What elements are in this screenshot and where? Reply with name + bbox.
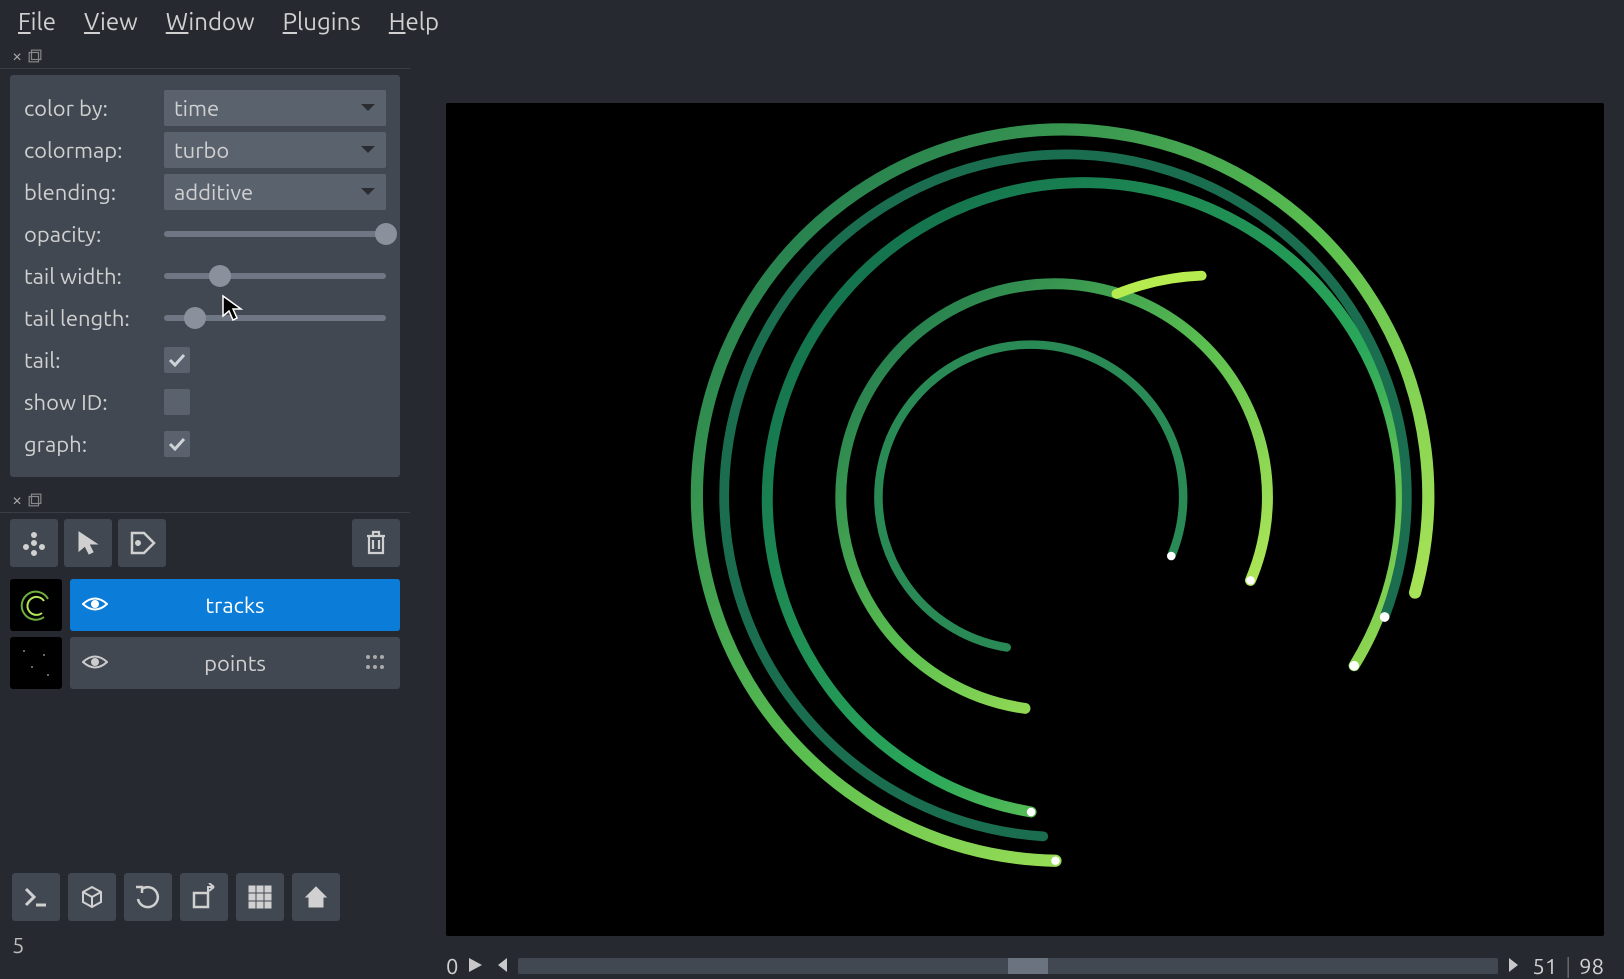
close-icon[interactable]: × <box>12 490 22 510</box>
playback-controls: 0 51 | 98 <box>446 936 1604 979</box>
close-icon[interactable]: × <box>12 46 22 66</box>
viewer-toolbar <box>0 863 410 931</box>
tail-checkbox[interactable] <box>164 347 190 373</box>
color-by-label: color by: <box>24 96 164 121</box>
tail-width-slider[interactable] <box>164 273 386 279</box>
layer-thumbnail <box>10 637 62 689</box>
graph-checkbox[interactable] <box>164 431 190 457</box>
home-icon <box>302 883 330 911</box>
tail-width-label: tail width: <box>24 264 164 289</box>
popout-icon[interactable] <box>28 493 42 507</box>
layer-thumbnail <box>10 579 62 631</box>
play-icon <box>466 956 484 974</box>
chevron-down-icon <box>360 187 376 197</box>
console-button[interactable] <box>12 873 60 921</box>
add-labels-button[interactable] <box>118 519 166 567</box>
menu-file[interactable]: File <box>18 8 56 35</box>
play-button[interactable] <box>466 954 484 979</box>
popout-icon[interactable] <box>28 49 42 63</box>
blending-value: additive <box>174 180 253 205</box>
add-shapes-button[interactable] <box>64 519 112 567</box>
home-button[interactable] <box>292 873 340 921</box>
graph-label: graph: <box>24 432 164 457</box>
layer-body[interactable]: tracks <box>70 579 400 631</box>
show-id-checkbox[interactable] <box>164 389 190 415</box>
skip-back-icon <box>492 956 510 974</box>
console-icon <box>22 883 50 911</box>
frame-total: 98 <box>1579 954 1604 979</box>
opacity-label: opacity: <box>24 222 164 247</box>
show-id-label: show ID: <box>24 390 164 415</box>
slider-thumb[interactable] <box>184 307 206 329</box>
layer-properties-panel: color by: time colormap: turbo blending:… <box>10 75 400 477</box>
viewport-column: 0 51 | 98 <box>410 43 1624 966</box>
colormap-value: turbo <box>174 138 229 163</box>
blending-label: blending: <box>24 180 164 205</box>
colormap-label: colormap: <box>24 138 164 163</box>
menu-window[interactable]: Window <box>166 8 255 35</box>
tail-length-label: tail length: <box>24 306 164 331</box>
color-by-select[interactable]: time <box>164 90 386 126</box>
frame-current: 51 <box>1532 954 1557 979</box>
layer-name: tracks <box>108 593 362 618</box>
eye-icon[interactable] <box>82 651 108 676</box>
canvas-viewport[interactable] <box>446 103 1604 936</box>
chevron-down-icon <box>360 103 376 113</box>
opacity-slider[interactable] <box>164 231 386 237</box>
ndisplay-button[interactable] <box>68 873 116 921</box>
tail-label: tail: <box>24 348 164 373</box>
layer-name: points <box>108 651 362 676</box>
check-icon <box>168 353 186 367</box>
sidebar: × color by: time colormap: turbo blendin… <box>0 43 410 966</box>
skip-forward-icon <box>1506 956 1524 974</box>
check-icon <box>168 437 186 451</box>
slider-thumb[interactable] <box>375 223 397 245</box>
tag-icon <box>128 529 156 557</box>
grid-icon <box>246 883 274 911</box>
transpose-button[interactable] <box>180 873 228 921</box>
colormap-select[interactable]: turbo <box>164 132 386 168</box>
menu-view[interactable]: View <box>84 8 138 35</box>
layer-row-tracks[interactable]: tracks <box>10 579 400 631</box>
slider-thumb[interactable] <box>209 265 231 287</box>
drag-handle-icon[interactable] <box>362 651 388 676</box>
delete-layer-button[interactable] <box>352 519 400 567</box>
grid-button[interactable] <box>236 873 284 921</box>
color-by-value: time <box>174 96 219 121</box>
trash-icon <box>362 529 390 557</box>
eye-icon[interactable] <box>82 593 108 618</box>
rotate-icon <box>134 883 162 911</box>
cube-icon <box>78 883 106 911</box>
points-icon <box>20 529 48 557</box>
layers-panel-titlebar: × <box>0 487 410 513</box>
menu-help[interactable]: Help <box>389 8 439 35</box>
layers-toolbar <box>10 513 400 573</box>
slider-thumb[interactable] <box>1008 958 1048 974</box>
frame-slider[interactable] <box>518 958 1498 974</box>
tail-length-slider[interactable] <box>164 315 386 321</box>
transpose-icon <box>190 883 218 911</box>
layer-row-points[interactable]: points <box>10 637 400 689</box>
layer-body[interactable]: points <box>70 637 400 689</box>
skip-end-button[interactable] <box>1506 954 1524 979</box>
add-points-button[interactable] <box>10 519 58 567</box>
menu-plugins[interactable]: Plugins <box>283 8 361 35</box>
cursor-icon <box>74 529 102 557</box>
layers-panel: tracks points <box>10 513 400 863</box>
status-value: 5 <box>0 931 410 966</box>
skip-start-button[interactable] <box>492 954 510 979</box>
chevron-down-icon <box>360 145 376 155</box>
blending-select[interactable]: additive <box>164 174 386 210</box>
props-panel-titlebar: × <box>0 43 410 69</box>
frame-start: 0 <box>446 954 458 979</box>
menubar: File View Window Plugins Help <box>0 0 1624 43</box>
roll-dims-button[interactable] <box>124 873 172 921</box>
